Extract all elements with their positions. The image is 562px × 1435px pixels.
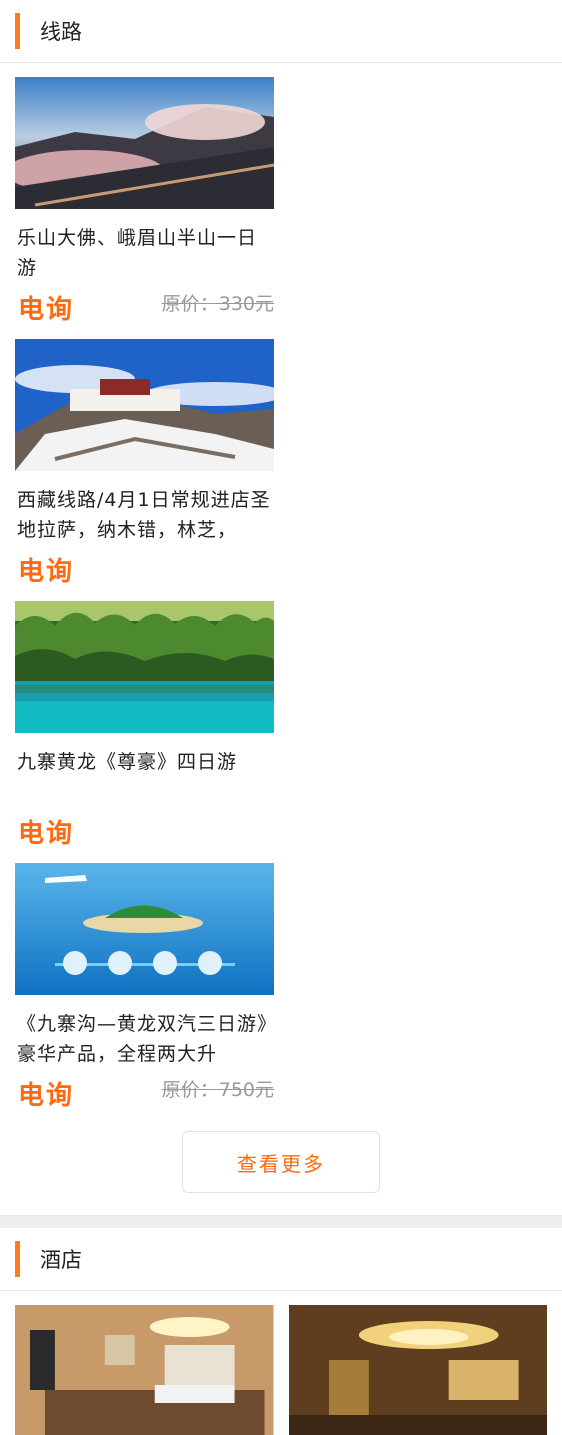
view-more-button[interactable]: 查看更多 — [182, 1131, 380, 1193]
section-accent-bar — [15, 13, 20, 49]
routes-grid: 乐山大佛、峨眉山半山一日游 电询 原价：330元 西藏线路/4月1日常规进店圣地… — [0, 63, 562, 1125]
price-inquiry-label: 电询 — [18, 1081, 75, 1111]
hotels-header: 酒店 — [0, 1228, 562, 1291]
price-row: 电询 原价：330元 — [15, 283, 274, 339]
price-row: 电询 — [15, 807, 274, 863]
route-title[interactable]: 《九寨沟—黄龙双汽三日游》豪华产品，全程两大升 — [17, 1009, 272, 1069]
section-accent-bar — [15, 1241, 20, 1277]
price-inquiry-label: 电询 — [18, 295, 75, 325]
original-price: 原价：330元 — [161, 293, 274, 315]
more-wrap: 查看更多 — [0, 1125, 562, 1215]
section-divider — [0, 1215, 562, 1228]
route-card[interactable]: 乐山大佛、峨眉山半山一日游 电询 原价：330元 — [15, 77, 274, 339]
price-row: 电询 — [15, 545, 274, 601]
route-title[interactable]: 乐山大佛、峨眉山半山一日游 — [17, 223, 272, 283]
route-card[interactable]: 九寨黄龙《尊豪》四日游 电询 — [15, 601, 274, 863]
hotels-grid — [0, 1291, 562, 1435]
original-price: 原价：750元 — [161, 1079, 274, 1101]
maldives-island-photo[interactable] — [15, 863, 274, 995]
price-inquiry-label: 电询 — [18, 557, 75, 587]
jiuzhai-lake-photo[interactable] — [15, 601, 274, 733]
hotel-lobby-photo[interactable] — [288, 1305, 548, 1435]
routes-title: 线路 — [40, 20, 82, 44]
price-inquiry-label: 电询 — [18, 819, 75, 849]
hotel-room-photo[interactable] — [15, 1305, 274, 1435]
mountain-clouds-photo[interactable] — [15, 77, 274, 209]
routes-section: 线路 乐山大佛、峨眉山半山一日游 电询 原价：330元 西藏线路/4月1日常规进… — [0, 0, 562, 1215]
potala-palace-photo[interactable] — [15, 339, 274, 471]
hotels-section: 酒店 — [0, 1228, 562, 1435]
route-title[interactable]: 西藏线路/4月1日常规进店圣地拉萨，纳木错，林芝， — [17, 485, 272, 545]
hotels-title: 酒店 — [40, 1248, 82, 1272]
route-card[interactable]: 《九寨沟—黄龙双汽三日游》豪华产品，全程两大升 电询 原价：750元 — [15, 863, 274, 1125]
price-row: 电询 原价：750元 — [15, 1069, 274, 1125]
route-card[interactable]: 西藏线路/4月1日常规进店圣地拉萨，纳木错，林芝， 电询 — [15, 339, 274, 601]
routes-header: 线路 — [0, 0, 562, 63]
route-title[interactable]: 九寨黄龙《尊豪》四日游 — [17, 747, 272, 807]
